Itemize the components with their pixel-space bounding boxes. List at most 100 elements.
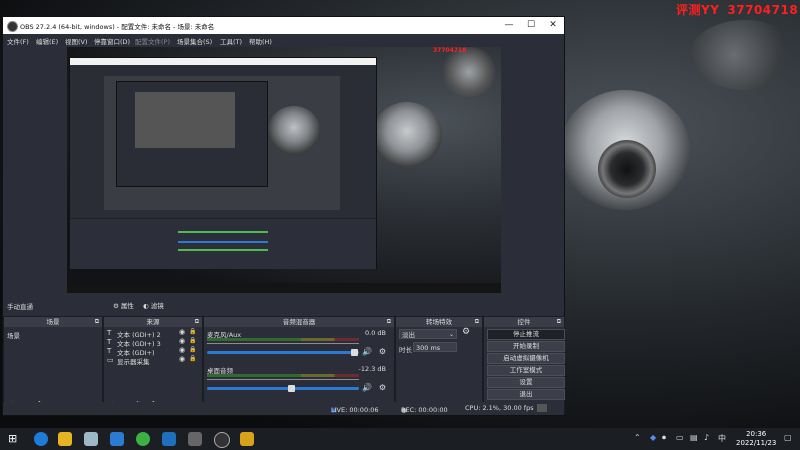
edge-icon[interactable] <box>34 432 48 446</box>
undock-icon[interactable]: ⧉ <box>557 317 561 327</box>
input-method-icon[interactable]: 中 <box>718 433 726 444</box>
menu-bar: 文件(F) 编辑(E) 视图(V) 停靠窗口(D) 配置文件(P) 场景集合(S… <box>3 34 564 46</box>
eye-icon[interactable]: ◉ <box>179 328 185 336</box>
notification-icon[interactable]: ▢ <box>784 433 792 442</box>
undock-icon[interactable]: ⧉ <box>387 317 391 327</box>
camera-shape <box>372 102 442 167</box>
speaker-icon[interactable]: 🔊 <box>362 383 372 392</box>
menu-help[interactable]: 帮助(H) <box>249 36 272 46</box>
app-gray-icon[interactable] <box>188 432 202 446</box>
volume-slider[interactable] <box>207 349 359 356</box>
volume-slider[interactable] <box>207 385 359 392</box>
controls-header: 控件 ⧉ <box>484 317 564 327</box>
nested-preview <box>104 76 340 210</box>
shield-icon[interactable]: ◆ <box>650 433 656 442</box>
duration-input[interactable]: 300 ms <box>413 342 457 352</box>
channel-db: 0.0 dB <box>365 329 386 337</box>
transitions-dock: 转场特效 ⧉ 淡出 ⌄ ⚙ 时长 300 ms <box>395 316 483 414</box>
obs-taskbar-icon[interactable] <box>214 432 230 448</box>
gear-icon[interactable]: ⚙ <box>379 383 386 392</box>
source-item[interactable]: ▭ 显示器采集 ◉ 🔒 <box>107 355 196 366</box>
title-bar: OBS 27.2.4 (64-bit, windows) - 配置文件: 未命名… <box>3 17 564 34</box>
start-recording-button[interactable]: 开始录制 <box>487 341 565 352</box>
nested-meter <box>178 231 268 233</box>
chevron-down-icon: ⌄ <box>448 331 454 338</box>
close-button[interactable]: ✕ <box>542 18 564 33</box>
mixer-header: 音频混音器 ⧉ <box>204 317 394 327</box>
transition-select[interactable]: 淡出 ⌄ <box>399 329 457 339</box>
mixer-channel: 麦克风/Aux 0.0 dB 🔊 ⚙ <box>204 329 390 359</box>
meter-scale <box>207 343 359 348</box>
menu-docks[interactable]: 停靠窗口(D) <box>94 36 130 46</box>
exit-button[interactable]: 退出 <box>487 389 565 400</box>
gear-icon[interactable]: ⚙ <box>462 327 470 337</box>
filters-button[interactable]: ◐ 滤镜 <box>143 300 164 310</box>
nested-watermark: 37704718 <box>433 47 467 54</box>
obs-icon <box>7 21 18 32</box>
eye-icon[interactable]: ◉ <box>179 337 185 345</box>
menu-profile[interactable]: 配置文件(P) <box>135 36 170 46</box>
display-icon: ▭ <box>107 356 114 364</box>
meter-scale <box>207 379 359 384</box>
file-explorer-icon[interactable] <box>58 432 72 446</box>
duration-label: 时长 <box>399 346 412 354</box>
preview-canvas[interactable]: 37704718 <box>67 47 501 293</box>
system-clock[interactable]: 20:36 2022/11/23 <box>736 430 776 448</box>
menu-scene-collection[interactable]: 场景集合(S) <box>177 36 212 46</box>
network-indicator <box>537 404 547 412</box>
camera-shape <box>690 20 800 90</box>
nested-docks <box>70 218 376 269</box>
nested-taskbar <box>67 283 501 293</box>
nested-slider <box>178 241 268 243</box>
menu-edit[interactable]: 编辑(E) <box>36 36 58 46</box>
maximize-button[interactable]: ☐ <box>520 18 542 33</box>
undock-icon[interactable]: ⧉ <box>195 317 199 327</box>
current-source-label: 手动直通 <box>7 303 33 311</box>
microphone-icon[interactable]: ⏺ <box>662 433 666 443</box>
controls-dock: 控件 ⧉ 停止推流 开始录制 启动虚拟摄像机 工作室模式 设置 退出 <box>483 316 565 414</box>
menu-tools[interactable]: 工具(T) <box>220 36 242 46</box>
text-icon: T <box>107 338 112 346</box>
nested-obs-window-2 <box>116 81 268 187</box>
sources-dock: 来源 ⧉ T 文本 (GDI+) 2 ◉ 🔒 T 文本 (GDI+) 3 ◉ 🔒 T 文本 … <box>103 316 203 414</box>
windows-start-icon[interactable]: ⊞ <box>8 432 17 445</box>
nested-obs-window <box>69 57 377 269</box>
slider-knob[interactable] <box>287 385 295 392</box>
eye-icon[interactable]: ◉ <box>179 355 185 363</box>
settings-button[interactable]: 设置 <box>487 377 565 388</box>
gear-icon: ⚙ <box>113 302 121 310</box>
obs-window: OBS 27.2.4 (64-bit, windows) - 配置文件: 未命名… <box>2 16 565 416</box>
app-green-icon[interactable] <box>136 432 150 446</box>
lock-icon[interactable]: 🔒 <box>189 346 196 353</box>
network-icon[interactable]: ▤ <box>690 433 698 442</box>
menu-file[interactable]: 文件(F) <box>7 36 29 46</box>
lock-icon[interactable]: 🔒 <box>189 337 196 344</box>
filter-icon: ◐ <box>143 302 151 310</box>
chevron-up-icon[interactable]: ⌃ <box>634 433 641 442</box>
start-virtual-camera-button[interactable]: 启动虚拟摄像机 <box>487 353 565 364</box>
lock-icon[interactable]: 🔒 <box>189 328 196 335</box>
sources-header: 来源 ⧉ <box>104 317 202 327</box>
level-meter <box>207 338 359 341</box>
app-yellow-icon[interactable] <box>240 432 254 446</box>
slider-knob[interactable] <box>351 349 359 356</box>
stop-streaming-button[interactable]: 停止推流 <box>487 329 565 340</box>
lock-icon[interactable]: 🔒 <box>189 355 196 362</box>
gear-icon[interactable]: ⚙ <box>379 347 386 356</box>
scene-item[interactable]: 场景 <box>7 330 20 340</box>
menu-view[interactable]: 视图(V) <box>65 36 88 46</box>
app-icon[interactable] <box>84 432 98 446</box>
display-icon[interactable]: ▭ <box>676 433 684 442</box>
mixer-channel: 桌面音频 -12.3 dB 🔊 ⚙ <box>204 365 390 395</box>
app-blue-icon[interactable] <box>162 432 176 446</box>
speaker-icon[interactable]: 🔊 <box>362 347 372 356</box>
volume-icon[interactable]: ♪ <box>704 433 709 442</box>
studio-mode-button[interactable]: 工作室模式 <box>487 365 565 376</box>
eye-icon[interactable]: ◉ <box>179 346 185 354</box>
undock-icon[interactable]: ⧉ <box>475 317 479 327</box>
undock-icon[interactable]: ⧉ <box>95 317 99 327</box>
properties-button[interactable]: ⚙ 属性 <box>113 300 134 310</box>
text-icon: T <box>107 329 112 337</box>
mail-icon[interactable] <box>110 432 124 446</box>
minimize-button[interactable]: — <box>498 18 520 33</box>
